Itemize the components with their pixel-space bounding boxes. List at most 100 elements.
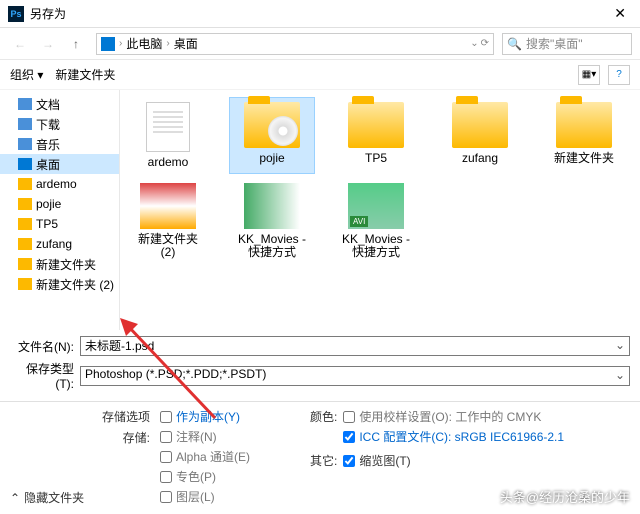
filename-label: 文件名(N): [10, 338, 80, 355]
spot-checkbox[interactable]: 专色(P) [160, 468, 310, 485]
tree-item[interactable]: pojie [0, 194, 119, 214]
file-item[interactable]: KK_Movies - 快捷方式 [230, 179, 314, 263]
folder-icon [18, 278, 32, 290]
folder-tree[interactable]: 文档下载音乐桌面 ardemo pojie TP5 zufang 新建文件夹新建文件夹 (… [0, 90, 120, 330]
folder-icon [18, 238, 32, 250]
file-item[interactable]: pojie [230, 98, 314, 173]
file-item[interactable]: 新建文件夹 (2) [126, 179, 210, 263]
file-item[interactable]: TP5 [334, 98, 418, 173]
pc-icon [101, 37, 115, 51]
file-label: TP5 [365, 152, 387, 165]
toolbar: 组织 ▾ 新建文件夹 ▦▾ ? [0, 60, 640, 90]
help-button[interactable]: ? [608, 65, 630, 85]
file-item[interactable]: KK_Movies - 快捷方式 [334, 179, 418, 263]
thumbnail-icon [140, 183, 196, 229]
file-label: zufang [462, 152, 498, 165]
tree-item[interactable]: 下载 [0, 114, 119, 134]
folder-icon [556, 102, 612, 148]
close-icon[interactable]: ✕ [608, 5, 632, 22]
thumb-checkbox[interactable]: 缩览图(T) [343, 452, 410, 469]
title-bar: Ps 另存为 ✕ [0, 0, 640, 28]
layers-checkbox[interactable]: 图层(L) [160, 488, 310, 505]
tree-item[interactable]: TP5 [0, 214, 119, 234]
window-title: 另存为 [30, 5, 608, 22]
organize-button[interactable]: 组织 ▾ [10, 66, 43, 83]
folder-icon [18, 98, 32, 110]
up-button[interactable]: ↑ [64, 32, 88, 56]
view-button[interactable]: ▦▾ [578, 65, 600, 85]
photoshop-icon: Ps [8, 6, 24, 22]
copy-checkbox[interactable]: 作为副本(Y) [160, 408, 310, 425]
folder-icon [18, 178, 32, 190]
tree-item[interactable]: 新建文件夹 (2) [0, 274, 119, 294]
options-heading: 存储选项 [10, 408, 150, 425]
file-item[interactable]: ardemo [126, 98, 210, 173]
thumbnail-icon [244, 183, 300, 229]
folder-icon [348, 102, 404, 148]
tree-label: 文档 [36, 96, 60, 113]
folder-icon [18, 158, 32, 170]
tree-item[interactable]: 新建文件夹 [0, 254, 119, 274]
main-area: 文档下载音乐桌面ardemopojieTP5zufang新建文件夹新建文件夹 (… [0, 90, 640, 330]
chevron-right-icon: › [166, 38, 169, 49]
folder-disc-icon [244, 102, 300, 148]
chevron-down-icon[interactable]: ⌄ [470, 38, 478, 49]
file-label: KK_Movies - 快捷方式 [338, 233, 414, 259]
tree-item[interactable]: ardemo [0, 174, 119, 194]
filetype-label: 保存类型(T): [10, 360, 80, 391]
save-label: 存储: [10, 429, 150, 446]
tree-item[interactable]: 音乐 [0, 134, 119, 154]
file-grid[interactable]: ardemo pojie TP5 zufang 新建文件夹新建文件夹 (2) KK_Mov… [120, 90, 640, 330]
folder-icon [18, 258, 32, 270]
crumb-folder[interactable]: 桌面 [174, 35, 198, 52]
search-placeholder: 搜索"桌面" [526, 35, 583, 52]
tree-label: ardemo [36, 177, 77, 191]
tree-label: TP5 [36, 217, 58, 231]
filetype-select[interactable]: Photoshop (*.PSD;*.PDD;*.PSDT) [80, 366, 630, 386]
crumb-root[interactable]: 此电脑 [126, 35, 162, 52]
tree-label: 新建文件夹 [36, 256, 96, 273]
file-item[interactable]: 新建文件夹 [542, 98, 626, 173]
filename-input[interactable]: 未标题-1.psd [80, 336, 630, 356]
tree-label: zufang [36, 237, 72, 251]
icc-checkbox[interactable]: ICC 配置文件(C): sRGB IEC61966-2.1 [343, 428, 564, 445]
tree-label: 桌面 [36, 156, 60, 173]
textfile-icon [146, 102, 190, 152]
proof-checkbox[interactable]: 使用校样设置(O): 工作中的 CMYK [343, 408, 564, 425]
chevron-down-icon: ⌃ [10, 491, 20, 505]
folder-icon [18, 118, 32, 130]
chevron-right-icon: › [119, 38, 122, 49]
back-button[interactable]: ← [8, 32, 32, 56]
tree-item[interactable]: 文档 [0, 94, 119, 114]
folder-icon [18, 218, 32, 230]
alpha-checkbox[interactable]: Alpha 通道(E) [160, 448, 310, 465]
file-label: 新建文件夹 [554, 152, 614, 165]
forward-button[interactable]: → [36, 32, 60, 56]
file-label: ardemo [148, 156, 189, 169]
notes-checkbox[interactable]: 注释(N) [160, 428, 310, 445]
tree-label: 音乐 [36, 136, 60, 153]
watermark: 头条@经历沧桑的少年 [500, 487, 630, 506]
folder-icon [18, 138, 32, 150]
refresh-icon[interactable]: ⟳ [481, 38, 489, 49]
folder-icon [452, 102, 508, 148]
file-label: KK_Movies - 快捷方式 [234, 233, 310, 259]
folder-icon [18, 198, 32, 210]
new-folder-button[interactable]: 新建文件夹 [55, 66, 115, 83]
file-label: pojie [259, 152, 284, 165]
file-item[interactable]: zufang [438, 98, 522, 173]
filename-fields: 文件名(N): 未标题-1.psd 保存类型(T): Photoshop (*.… [0, 330, 640, 401]
tree-label: 新建文件夹 (2) [36, 276, 114, 293]
tree-item[interactable]: 桌面 [0, 154, 119, 174]
nav-bar: ← → ↑ › 此电脑 › 桌面 ⌄ ⟳ 🔍 搜索"桌面" [0, 28, 640, 60]
tree-item[interactable]: zufang [0, 234, 119, 254]
other-label: 其它: [310, 452, 337, 472]
search-input[interactable]: 🔍 搜索"桌面" [502, 33, 632, 55]
breadcrumb[interactable]: › 此电脑 › 桌面 ⌄ ⟳ [96, 33, 494, 55]
thumbnail-icon [348, 183, 404, 229]
file-label: 新建文件夹 (2) [130, 233, 206, 259]
search-icon: 🔍 [507, 37, 522, 51]
tree-label: 下载 [36, 116, 60, 133]
hide-folders-button[interactable]: ⌃ 隐藏文件夹 [10, 489, 84, 506]
color-label: 颜色: [310, 408, 337, 448]
